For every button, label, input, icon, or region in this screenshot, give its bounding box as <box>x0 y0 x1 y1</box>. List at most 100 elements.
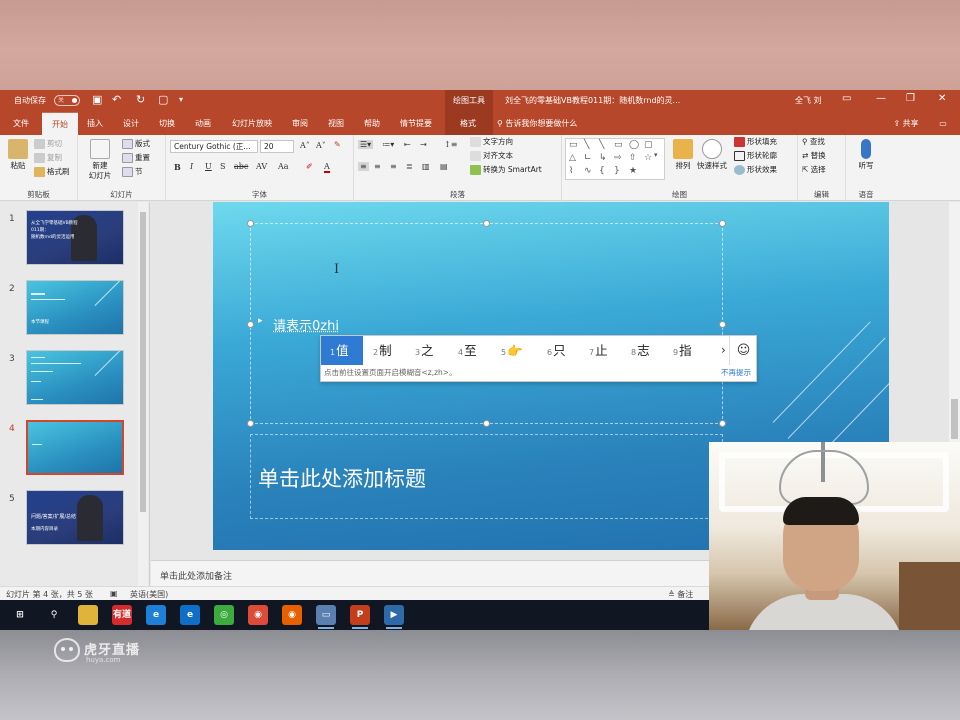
up-arrow-shape-icon[interactable]: ⇧ <box>629 153 637 163</box>
underline-button[interactable]: U <box>205 162 212 171</box>
spellcheck-icon[interactable]: ▣ <box>110 589 118 598</box>
share-button[interactable]: ⇪ 共享 <box>886 112 926 135</box>
curve-shape-icon[interactable]: ∿ <box>584 166 592 176</box>
layout-button[interactable]: 版式 <box>122 139 150 149</box>
ime-candidate-1[interactable]: 1值 <box>321 336 363 365</box>
tab-format[interactable]: 格式 <box>448 112 488 135</box>
file-explorer-icon[interactable] <box>78 605 98 625</box>
replace-button[interactable]: ⇄ 替换 <box>802 151 826 161</box>
resize-handle[interactable] <box>719 220 726 227</box>
tab-view[interactable]: 视图 <box>321 112 351 135</box>
tab-design[interactable]: 设计 <box>116 112 146 135</box>
shape-effects-button[interactable]: 形状效果 <box>734 165 777 175</box>
strikethrough-button[interactable]: abc <box>234 162 248 171</box>
ime-dismiss-link[interactable]: 不再提示 <box>721 367 751 378</box>
justify-icon[interactable]: ≣ <box>406 162 413 171</box>
close-icon[interactable]: ✕ <box>938 93 946 104</box>
ime-candidate-7[interactable]: 7止 <box>589 336 608 365</box>
align-left-icon[interactable]: ≡ <box>358 162 369 171</box>
360-icon[interactable]: ◎ <box>214 605 234 625</box>
tab-file[interactable]: 文件 <box>6 112 36 135</box>
tab-transitions[interactable]: 切换 <box>152 112 182 135</box>
section-button[interactable]: 节 <box>122 167 143 177</box>
powerpoint-icon[interactable]: P <box>350 605 370 629</box>
slide-thumbnail-3[interactable] <box>26 350 124 405</box>
tab-review[interactable]: 审阅 <box>285 112 315 135</box>
star-shape-icon[interactable]: ☆ <box>644 153 652 163</box>
resize-handle[interactable] <box>247 321 254 328</box>
oval-shape-icon[interactable]: ◯ <box>629 140 639 150</box>
edge-icon[interactable]: e <box>180 605 200 625</box>
ime-candidate-4[interactable]: 4至 <box>458 336 477 365</box>
ie-icon[interactable]: e <box>146 605 166 625</box>
autosave-toggle[interactable]: 关 <box>54 95 80 106</box>
format-painter-button[interactable]: 格式刷 <box>34 167 70 177</box>
shape-fill-button[interactable]: 形状填充 <box>734 137 777 147</box>
increase-indent-icon[interactable]: ⇥ <box>420 140 427 149</box>
change-case-button[interactable]: Aa <box>278 162 289 171</box>
copy-button[interactable]: 复制 <box>34 153 62 163</box>
align-text-button[interactable]: 对齐文本 <box>470 151 513 161</box>
language-indicator[interactable]: 英语(美国) <box>130 589 168 600</box>
undo-icon[interactable]: ↶ <box>112 94 121 106</box>
bent-arrow-shape-icon[interactable]: ↳ <box>599 153 607 163</box>
ime-candidate-8[interactable]: 8志 <box>631 336 650 365</box>
find-button[interactable]: ⚲ 查找 <box>802 137 825 147</box>
cut-button[interactable]: 剪切 <box>34 139 62 149</box>
clear-format-icon[interactable]: ✎ <box>334 140 341 149</box>
ime-candidate-6[interactable]: 6只 <box>547 336 566 365</box>
customize-qat-icon[interactable]: ▾ <box>179 94 183 106</box>
ribbon-display-options-icon[interactable]: ▭ <box>842 93 851 104</box>
brace-right-shape-icon[interactable]: } <box>614 166 620 176</box>
textbox-shape-icon[interactable]: ▭ <box>569 140 578 150</box>
corner-shape-icon[interactable]: ∟ <box>584 153 592 163</box>
slide-thumbnail-5[interactable]: 问题/答案/扩展/总结 本期内容目录 <box>26 490 124 545</box>
ime-next-page-icon[interactable]: › <box>721 336 726 365</box>
paste-button[interactable]: 粘贴 <box>2 139 34 171</box>
resize-handle[interactable] <box>483 220 490 227</box>
quick-styles-button[interactable]: 快速样式 <box>696 139 728 171</box>
tab-help[interactable]: 帮助 <box>357 112 387 135</box>
align-center-icon[interactable]: ≡ <box>374 162 381 171</box>
resize-handle[interactable] <box>719 321 726 328</box>
decrease-indent-icon[interactable]: ⇤ <box>404 140 411 149</box>
chrome-icon[interactable]: ◉ <box>248 605 268 625</box>
user-name[interactable]: 全飞 刘 <box>795 95 822 106</box>
windows-start-icon[interactable]: ⊞ <box>10 605 30 625</box>
star5-shape-icon[interactable]: ★ <box>629 166 637 176</box>
ime-candidate-5-emoji[interactable]: 5👉 <box>501 336 523 365</box>
rounded-rect-shape-icon[interactable]: ▢ <box>644 140 653 150</box>
ime-candidate-9[interactable]: 9指 <box>673 336 692 365</box>
shape-outline-button[interactable]: 形状轮廓 <box>734 151 777 161</box>
ime-candidate-3[interactable]: 3之 <box>415 336 434 365</box>
align-right-icon[interactable]: ≡ <box>390 162 397 171</box>
font-size-dropdown[interactable]: 20 <box>260 140 294 153</box>
tab-slideshow[interactable]: 幻灯片放映 <box>226 112 278 135</box>
slide-thumbnail-4-selected[interactable] <box>26 420 124 475</box>
save-icon[interactable]: ▣ <box>92 94 102 106</box>
highlight-icon[interactable]: ✐ <box>306 162 313 171</box>
tab-storyboarding[interactable]: 情节提要 <box>394 112 438 135</box>
gallery-more-icon[interactable]: ▾ <box>654 151 658 159</box>
redo-icon[interactable]: ↻ <box>136 94 145 106</box>
brace-shape-icon[interactable]: { <box>599 166 605 176</box>
scrollbar-thumb[interactable] <box>951 399 958 439</box>
numbering-icon[interactable]: ≔▾ <box>382 140 394 149</box>
bold-button[interactable]: B <box>174 162 181 172</box>
slide-thumbnail-1[interactable]: 从全飞学零基础VB教程 011期： 随机数rnd的灵活运用 <box>26 210 124 265</box>
dictate-button[interactable]: 听写 <box>850 139 882 171</box>
font-color-button[interactable]: A <box>324 162 330 173</box>
italic-button[interactable]: I <box>190 162 193 171</box>
tab-insert[interactable]: 插入 <box>80 112 110 135</box>
line-spacing-icon[interactable]: ↕≡ <box>444 140 457 149</box>
right-arrow-shape-icon[interactable]: ⇨ <box>614 153 622 163</box>
vb6-icon[interactable]: ▭ <box>316 605 336 629</box>
scrollbar-thumb[interactable] <box>140 212 146 512</box>
screen-recorder-icon[interactable]: ▶ <box>384 605 404 629</box>
title-placeholder[interactable]: 单击此处添加标题 <box>250 434 723 519</box>
firefox-icon[interactable]: ◉ <box>282 605 302 625</box>
font-name-dropdown[interactable]: Century Gothic (正... <box>170 140 258 153</box>
line-shape-icon[interactable]: ╲ <box>584 140 589 150</box>
triangle-shape-icon[interactable]: △ <box>569 153 576 163</box>
reset-button[interactable]: 重置 <box>122 153 150 163</box>
